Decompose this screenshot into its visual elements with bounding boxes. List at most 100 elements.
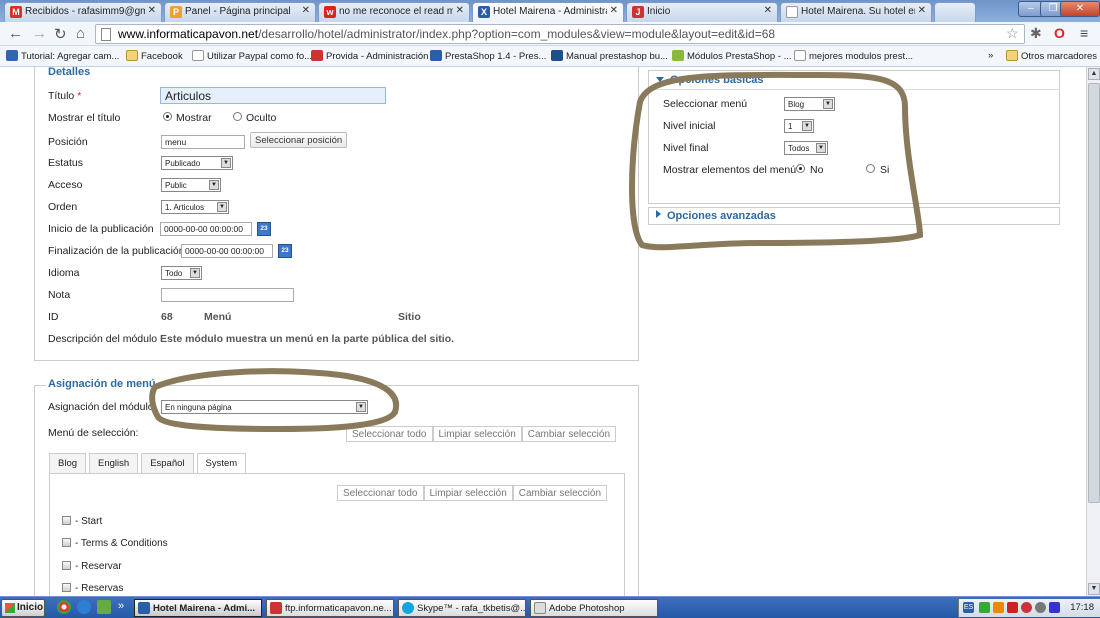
publish-end-input[interactable]: 0000-00-00 00:00:00 <box>181 244 273 258</box>
taskbar-item-photoshop[interactable]: Adobe Photoshop <box>530 599 658 617</box>
close-tab-icon[interactable]: ✕ <box>764 5 772 16</box>
bookmark-item[interactable]: Utilizar Paypal como fo... <box>192 50 312 62</box>
position-input[interactable]: menu <box>161 135 245 149</box>
show-subitems-no-radio[interactable] <box>796 164 805 173</box>
tray-network-icon[interactable] <box>1007 602 1018 613</box>
publish-start-input[interactable]: 0000-00-00 00:00:00 <box>160 222 252 236</box>
quicklaunch-overflow-icon[interactable]: » <box>118 600 124 612</box>
advanced-options-heading[interactable]: Opciones avanzadas <box>656 210 776 222</box>
note-input[interactable] <box>161 288 294 302</box>
close-tab-icon[interactable]: ✕ <box>918 5 926 16</box>
menu-item-checkbox[interactable]: - Reservar <box>62 561 122 572</box>
language-indicator[interactable]: ES <box>963 602 974 613</box>
title-input[interactable]: Articulos <box>160 87 386 104</box>
basic-options-heading[interactable]: Opciones básicas <box>656 74 764 86</box>
page-scrollbar[interactable]: ▲ ▼ <box>1086 67 1100 596</box>
access-label: Acceso <box>48 179 83 191</box>
access-select[interactable]: Public ▼ <box>161 178 221 192</box>
hide-title-radio[interactable] <box>233 112 242 121</box>
bookmark-item[interactable]: Facebook <box>126 50 183 62</box>
close-tab-icon[interactable]: ✕ <box>610 5 618 16</box>
tab-espanol[interactable]: Español <box>141 453 194 473</box>
bookmark-item[interactable]: PrestaShop 1.4 - Pres... <box>430 50 546 62</box>
menu-item-checkbox[interactable]: - Terms & Conditions <box>62 538 168 549</box>
other-bookmarks[interactable]: Otros marcadores <box>1006 50 1097 62</box>
bookmark-item[interactable]: Manual prestashop bu... <box>551 50 668 62</box>
toggle-selection-button[interactable]: Cambiar selección <box>512 485 608 501</box>
menu-item-checkbox[interactable]: - Reservas <box>62 583 123 594</box>
tray-volume-icon[interactable] <box>1035 602 1046 613</box>
reload-icon[interactable]: ↻ <box>54 25 67 43</box>
new-tab-button[interactable] <box>934 2 976 22</box>
task-label: Skype™ - rafa_tkbetis@... <box>417 603 526 614</box>
start-level-value: 1 <box>788 122 793 131</box>
photoshop-icon <box>534 602 546 614</box>
tab-system[interactable]: System <box>196 453 247 474</box>
chevron-down-icon: ▼ <box>823 99 833 109</box>
browser-tab-gmail[interactable]: M Recibidos - rafasimm9@gmail ✕ <box>4 2 162 22</box>
browser-tab-forum[interactable]: w no me reconoce el read more ✕ <box>318 2 470 22</box>
extension-icon[interactable]: ✱ <box>1030 25 1042 42</box>
gmail-icon: M <box>10 6 22 18</box>
taskbar-item-chrome[interactable]: Hotel Mairena - Admi... <box>134 599 262 617</box>
taskbar-item-filezilla[interactable]: ftp.informaticapavon.ne... <box>266 599 394 617</box>
show-subitems-yes-radio[interactable] <box>866 164 875 173</box>
tab-english[interactable]: English <box>89 453 139 473</box>
select-all-button[interactable]: Seleccionar todo <box>337 485 424 501</box>
order-select[interactable]: 1. Articulos ▼ <box>161 200 229 214</box>
bookmark-item[interactable]: mejores modulos prest... <box>794 50 913 62</box>
bookmark-item[interactable]: Provida - Administración <box>311 50 428 62</box>
chevron-down-icon: ▼ <box>221 158 231 168</box>
address-bar[interactable]: www.informaticapavon.net/desarrollo/hote… <box>95 24 1025 44</box>
clear-selection-button[interactable]: Limpiar selección <box>432 426 522 442</box>
close-window-icon[interactable]: ✕ <box>1060 1 1100 17</box>
clear-selection-button[interactable]: Limpiar selección <box>423 485 513 501</box>
menu-icon[interactable]: ≡ <box>1080 25 1088 41</box>
back-icon[interactable]: ← <box>8 25 23 42</box>
close-tab-icon[interactable]: ✕ <box>302 5 310 16</box>
bookmark-item[interactable]: Módulos PrestaShop - ... <box>672 50 792 62</box>
scroll-down-icon[interactable]: ▼ <box>1088 583 1100 595</box>
url-path: /desarrollo/hotel/administrator/index.ph… <box>258 27 776 41</box>
close-tab-icon[interactable]: ✕ <box>148 5 156 16</box>
toggle-selection-button[interactable]: Cambiar selección <box>521 426 617 442</box>
scroll-up-icon[interactable]: ▲ <box>1088 68 1100 80</box>
menu-item-checkbox[interactable]: - Start <box>62 516 102 527</box>
tray-app-icon[interactable] <box>979 602 990 613</box>
browser-tab-inicio[interactable]: J Inicio ✕ <box>626 2 778 22</box>
browser-tab-panel[interactable]: P Panel - Página principal ✕ <box>164 2 316 22</box>
tray-app-icon[interactable] <box>993 602 1004 613</box>
opera-icon[interactable]: O <box>1054 25 1065 41</box>
start-level-select[interactable]: 1 ▼ <box>784 119 814 133</box>
start-button[interactable]: Inicio <box>1 599 45 617</box>
bookmark-item[interactable]: Tutorial: Agregar cam... <box>6 50 119 62</box>
home-icon[interactable]: ⌂ <box>76 25 85 42</box>
browser-tab-hotel[interactable]: Hotel Mairena. Su hotel en la ✕ <box>780 2 932 22</box>
scroll-thumb[interactable] <box>1088 83 1100 503</box>
status-select[interactable]: Publicado ▼ <box>161 156 233 170</box>
close-tab-icon[interactable]: ✕ <box>456 5 464 16</box>
browser-tab-admin[interactable]: X Hotel Mairena - Administración ✕ <box>472 2 624 22</box>
language-select[interactable]: Todo ▼ <box>161 266 202 280</box>
ie-icon[interactable] <box>77 600 91 614</box>
calendar-icon[interactable]: 23 <box>257 222 271 236</box>
app-icon[interactable] <box>97 600 111 614</box>
taskbar-item-skype[interactable]: Skype™ - rafa_tkbetis@... <box>398 599 526 617</box>
forward-icon[interactable]: → <box>32 25 47 42</box>
select-all-button[interactable]: Seleccionar todo <box>346 426 433 442</box>
bookmark-star-icon[interactable]: ☆ <box>1006 25 1019 42</box>
tray-app-icon[interactable] <box>1049 602 1060 613</box>
tab-blog[interactable]: Blog <box>49 453 87 473</box>
chrome-icon[interactable] <box>57 600 71 614</box>
end-level-select[interactable]: Todos ▼ <box>784 141 828 155</box>
prestashop-icon <box>430 50 442 61</box>
calendar-icon[interactable]: 23 <box>278 244 292 258</box>
bookmark-label: Manual prestashop bu... <box>566 51 668 62</box>
tray-security-icon[interactable] <box>1021 602 1032 613</box>
publish-end-label: Finalización de la publicación <box>48 245 185 257</box>
select-position-button[interactable]: Seleccionar posición <box>250 132 348 148</box>
show-title-radio[interactable] <box>163 112 172 121</box>
module-assignment-select[interactable]: En ninguna página ▼ <box>161 400 368 414</box>
select-menu-select[interactable]: Blog ▼ <box>784 97 835 111</box>
bookmarks-overflow-icon[interactable]: » <box>988 50 993 61</box>
